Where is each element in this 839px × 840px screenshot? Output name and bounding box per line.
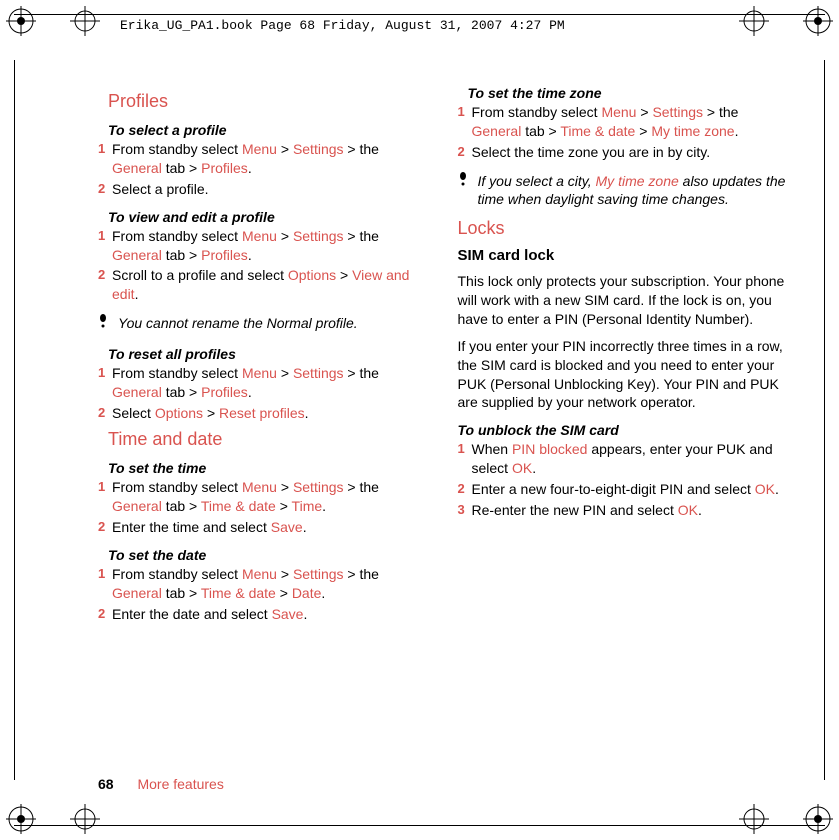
step-text: From standby select Menu > Settings > th… <box>472 103 790 141</box>
step-number: 1 <box>98 478 112 516</box>
step: 2Enter the time and select Save. <box>98 518 430 537</box>
heading-time: Time and date <box>108 429 430 450</box>
step: 1From standby select Menu > Settings > t… <box>98 140 430 178</box>
right-column: To set the time zone 1From standby selec… <box>458 85 790 760</box>
step-text: Select Options > Reset profiles. <box>112 404 430 423</box>
subheading: To set the time <box>108 460 430 476</box>
step: 1From standby select Menu > Settings > t… <box>98 364 430 402</box>
registration-mark-icon <box>70 6 100 36</box>
step-number: 2 <box>98 518 112 537</box>
step-number: 1 <box>98 140 112 178</box>
note: If you select a city, My time zone also … <box>458 172 790 208</box>
step: 2Select a profile. <box>98 180 430 199</box>
subheading: To select a profile <box>108 122 430 138</box>
step: 2Select the time zone you are in by city… <box>458 143 790 162</box>
subheading: To reset all profiles <box>108 346 430 362</box>
body-content: Profiles To select a profile 1From stand… <box>98 85 789 760</box>
step-number: 1 <box>458 103 472 141</box>
body-text: If you enter your PIN incorrectly three … <box>458 337 790 413</box>
crop-frame-right <box>824 60 825 780</box>
heading-locks: Locks <box>458 218 790 239</box>
step-text: Enter a new four-to-eight-digit PIN and … <box>472 480 790 499</box>
step-text: Enter the date and select Save. <box>112 605 430 624</box>
crop-frame-left <box>14 60 15 780</box>
step: 1From standby select Menu > Settings > t… <box>98 565 430 603</box>
step-number: 1 <box>98 364 112 402</box>
step-number: 2 <box>458 143 472 162</box>
step-text: From standby select Menu > Settings > th… <box>112 140 430 178</box>
step-text: From standby select Menu > Settings > th… <box>112 565 430 603</box>
section-name: More features <box>137 776 223 792</box>
step-text: From standby select Menu > Settings > th… <box>112 478 430 516</box>
note-text: You cannot rename the Normal profile. <box>118 314 358 336</box>
heading-profiles: Profiles <box>108 91 430 112</box>
step-number: 1 <box>458 440 472 478</box>
registration-mark-icon <box>739 6 769 36</box>
registration-mark-icon <box>739 804 769 834</box>
step-number: 1 <box>98 565 112 603</box>
page-header: Erika_UG_PA1.book Page 68 Friday, August… <box>120 18 565 33</box>
step: 1From standby select Menu > Settings > t… <box>98 478 430 516</box>
step: 1From standby select Menu > Settings > t… <box>98 227 430 265</box>
step-text: Re-enter the new PIN and select OK. <box>472 501 790 520</box>
step-number: 1 <box>98 227 112 265</box>
info-icon <box>98 314 112 336</box>
crop-mark-icon <box>803 6 833 36</box>
step-number: 2 <box>98 180 112 199</box>
crop-mark-icon <box>6 6 36 36</box>
step-number: 2 <box>98 404 112 423</box>
step-number: 2 <box>98 266 112 304</box>
subheading-sim: SIM card lock <box>458 247 790 264</box>
step-text: Scroll to a profile and select Options >… <box>112 266 430 304</box>
step-text: Select a profile. <box>112 180 430 199</box>
registration-mark-icon <box>70 804 100 834</box>
subheading: To view and edit a profile <box>108 209 430 225</box>
subheading: To unblock the SIM card <box>458 422 790 438</box>
step: 2Select Options > Reset profiles. <box>98 404 430 423</box>
step-number: 2 <box>98 605 112 624</box>
subheading: To set the date <box>108 547 430 563</box>
step: 3Re-enter the new PIN and select OK. <box>458 501 790 520</box>
note-text: If you select a city, My time zone also … <box>478 172 790 208</box>
crop-mark-icon <box>803 804 833 834</box>
page-number: 68 <box>98 776 114 792</box>
page-footer: 68 More features <box>98 776 224 792</box>
step: 2Enter a new four-to-eight-digit PIN and… <box>458 480 790 499</box>
step-text: From standby select Menu > Settings > th… <box>112 364 430 402</box>
crop-mark-icon <box>6 804 36 834</box>
step-number: 2 <box>458 480 472 499</box>
step-text: When PIN blocked appears, enter your PUK… <box>472 440 790 478</box>
step-text: Select the time zone you are in by city. <box>472 143 790 162</box>
step: 1When PIN blocked appears, enter your PU… <box>458 440 790 478</box>
step-number: 3 <box>458 501 472 520</box>
note: You cannot rename the Normal profile. <box>98 314 430 336</box>
step-text: From standby select Menu > Settings > th… <box>112 227 430 265</box>
step: 2Scroll to a profile and select Options … <box>98 266 430 304</box>
step: 1From standby select Menu > Settings > t… <box>458 103 790 141</box>
body-text: This lock only protects your subscriptio… <box>458 272 790 329</box>
info-icon <box>458 172 472 208</box>
step: 2Enter the date and select Save. <box>98 605 430 624</box>
step-text: Enter the time and select Save. <box>112 518 430 537</box>
left-column: Profiles To select a profile 1From stand… <box>98 85 430 760</box>
subheading: To set the time zone <box>468 85 790 101</box>
